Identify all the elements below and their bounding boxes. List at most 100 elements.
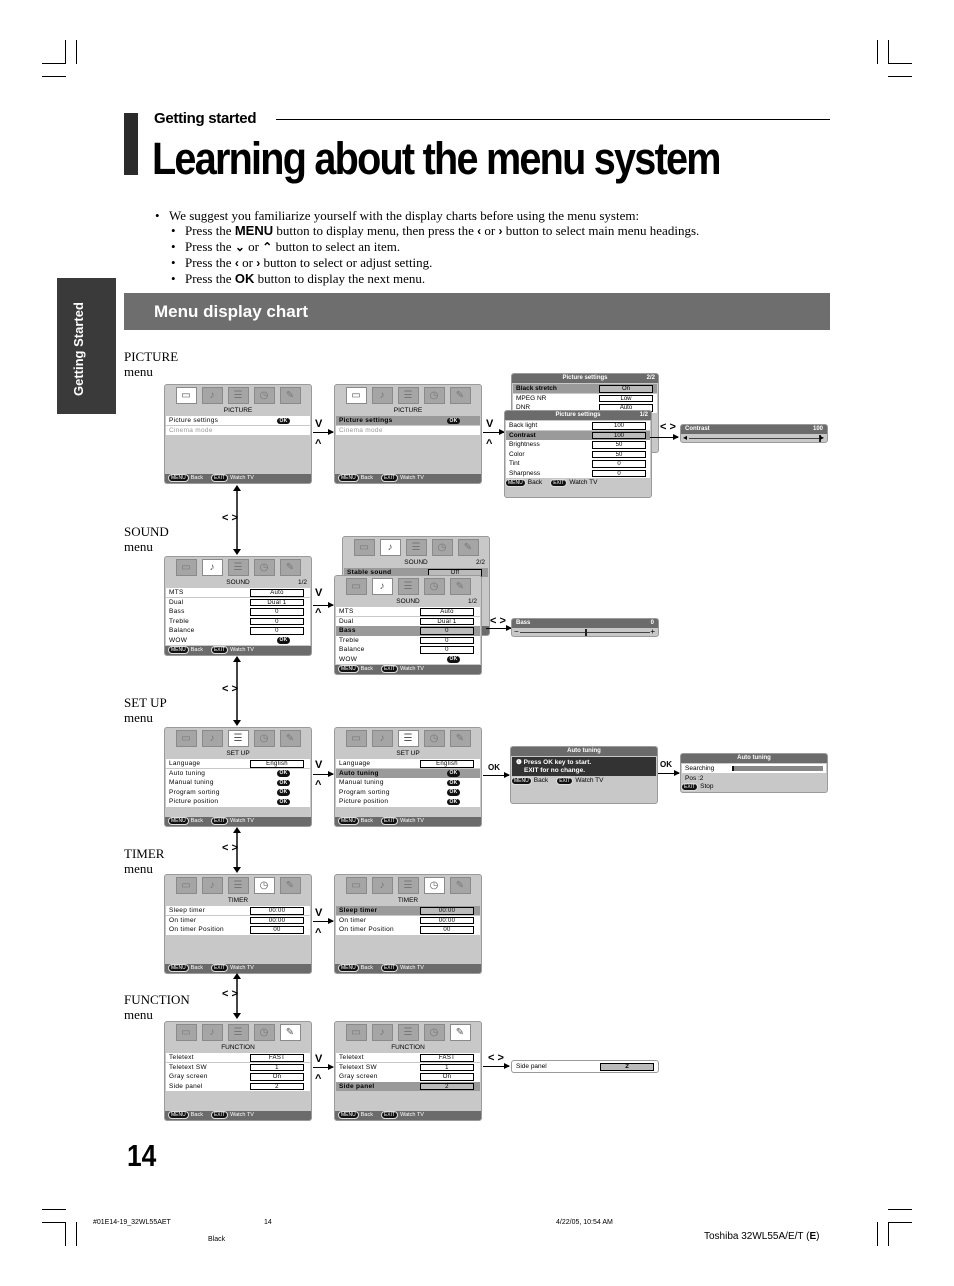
menu-item[interactable]: Teletext SW 1 xyxy=(166,1062,310,1072)
menu-button-icon[interactable]: MENU xyxy=(505,479,526,488)
menu-item[interactable]: Teletext SW 1 xyxy=(336,1062,480,1072)
menu-button-icon[interactable]: MENU xyxy=(338,964,359,972)
menu-item[interactable]: On timer Position 00 xyxy=(166,925,310,935)
timer-icon[interactable]: ◷ xyxy=(253,730,275,747)
menu-item[interactable]: Gray screen On xyxy=(166,1072,310,1082)
setup-icon[interactable]: ☰ xyxy=(397,1024,419,1041)
sound-icon[interactable]: ♪ xyxy=(371,1024,393,1041)
menu-item[interactable]: Treble 0 xyxy=(336,635,480,646)
setup-icon[interactable]: ☰ xyxy=(227,730,249,747)
menu-button-icon[interactable]: MENU xyxy=(511,777,532,785)
menu-item-value[interactable]: 1 xyxy=(420,1063,474,1072)
menu-item[interactable]: Cinema mode xyxy=(336,425,480,435)
exit-button-icon[interactable]: EXIT xyxy=(210,646,229,654)
picture-icon[interactable]: ▭ xyxy=(175,877,197,894)
sound-icon[interactable]: ♪ xyxy=(201,387,223,404)
timer-icon[interactable]: ◷ xyxy=(423,1024,445,1041)
menu-item[interactable]: WOW OK xyxy=(166,635,310,646)
menu-item[interactable]: MTS Auto xyxy=(166,588,310,598)
setup-icon[interactable]: ☰ xyxy=(397,578,419,595)
function-icon[interactable]: ✎ xyxy=(457,539,479,556)
function-icon[interactable]: ✎ xyxy=(449,877,471,894)
menu-item[interactable]: Back light 100 xyxy=(506,421,650,431)
menu-item-value[interactable]: 0 xyxy=(420,646,474,654)
menu-item-value[interactable]: 2 xyxy=(420,1082,474,1091)
menu-item[interactable]: Balance 0 xyxy=(336,645,480,655)
ok-button-icon[interactable]: OK xyxy=(277,798,290,806)
menu-item[interactable]: Teletext FAST xyxy=(336,1053,480,1063)
menu-item[interactable]: On timer 00:00 xyxy=(336,915,480,925)
menu-item[interactable]: MPEG NR Low xyxy=(513,393,657,403)
sound-icon[interactable]: ♪ xyxy=(371,387,393,404)
picture-icon[interactable]: ▭ xyxy=(345,877,367,894)
function-icon[interactable]: ✎ xyxy=(279,559,301,576)
menu-item-value[interactable]: 0 xyxy=(250,627,304,635)
picture-icon[interactable]: ▭ xyxy=(345,1024,367,1041)
ok-button-icon[interactable]: OK xyxy=(447,417,460,424)
menu-item[interactable]: Side panel 2 xyxy=(336,1081,480,1092)
sound-icon[interactable]: ♪ xyxy=(379,539,401,556)
menu-item-value[interactable]: 00:00 xyxy=(420,916,474,925)
setup-icon[interactable]: ☰ xyxy=(227,559,249,576)
menu-item[interactable]: Dual Dual 1 xyxy=(166,597,310,607)
menu-item[interactable]: On timer 00:00 xyxy=(166,915,310,925)
menu-item-value[interactable]: 100 xyxy=(592,422,646,430)
function-icon[interactable]: ✎ xyxy=(279,877,301,894)
menu-item[interactable]: Cinema mode xyxy=(166,425,310,435)
function-icon[interactable]: ✎ xyxy=(449,387,471,404)
ok-button-icon[interactable]: OK xyxy=(447,770,460,777)
menu-button-icon[interactable]: MENU xyxy=(338,1111,359,1119)
menu-item-value[interactable]: 2 xyxy=(250,1082,304,1091)
menu-button-icon[interactable]: MENU xyxy=(168,646,189,654)
menu-item-value[interactable]: Dual 1 xyxy=(420,617,474,626)
setup-icon[interactable]: ☰ xyxy=(405,539,427,556)
menu-item[interactable]: Auto tuning OK xyxy=(166,768,310,778)
menu-button-icon[interactable]: MENU xyxy=(168,474,189,482)
menu-item-value[interactable]: FAST xyxy=(250,1054,304,1062)
function-icon[interactable]: ✎ xyxy=(449,578,471,595)
menu-item[interactable]: Bass 0 xyxy=(336,626,480,636)
menu-button-icon[interactable]: MENU xyxy=(168,817,189,825)
picture-icon[interactable]: ▭ xyxy=(353,539,375,556)
setup-icon[interactable]: ☰ xyxy=(397,877,419,894)
menu-item[interactable]: Picture position OK xyxy=(336,797,480,807)
picture-icon[interactable]: ▭ xyxy=(175,559,197,576)
ok-button-icon[interactable]: OK xyxy=(447,656,460,663)
setup-icon[interactable]: ☰ xyxy=(227,877,249,894)
sound-icon[interactable]: ♪ xyxy=(201,559,223,576)
menu-item-value[interactable]: Dual 1 xyxy=(250,598,304,607)
setup-icon[interactable]: ☰ xyxy=(397,730,419,747)
menu-item-value[interactable]: English xyxy=(420,760,474,768)
timer-icon[interactable]: ◷ xyxy=(423,877,445,894)
sound-icon[interactable]: ♪ xyxy=(371,578,393,595)
picture-icon[interactable]: ▭ xyxy=(345,578,367,595)
function-icon[interactable]: ✎ xyxy=(279,1024,301,1041)
menu-item[interactable]: Tint 0 xyxy=(506,459,650,469)
menu-item[interactable]: Program sorting OK xyxy=(166,787,310,798)
menu-item-value[interactable]: 0 xyxy=(592,460,646,468)
ok-button-icon[interactable]: OK xyxy=(277,770,290,777)
menu-item[interactable]: Treble 0 xyxy=(166,616,310,627)
exit-button-icon[interactable]: EXIT xyxy=(550,479,568,488)
menu-item[interactable]: Side panel 2 xyxy=(166,1081,310,1092)
setup-icon[interactable]: ☰ xyxy=(227,387,249,404)
timer-icon[interactable]: ◷ xyxy=(423,578,445,595)
exit-button-icon[interactable]: EXIT xyxy=(380,964,399,972)
picture-icon[interactable]: ▭ xyxy=(175,730,197,747)
timer-icon[interactable]: ◷ xyxy=(253,387,275,404)
menu-item-value[interactable]: On xyxy=(599,385,653,393)
menu-item[interactable]: Gray screen On xyxy=(336,1072,480,1082)
timer-icon[interactable]: ◷ xyxy=(253,877,275,894)
menu-item[interactable]: Manual tuning OK xyxy=(336,778,480,788)
menu-item-value[interactable]: 0 xyxy=(420,636,474,645)
menu-item-value[interactable]: 1 xyxy=(250,1063,304,1072)
timer-icon[interactable]: ◷ xyxy=(423,730,445,747)
function-icon[interactable]: ✎ xyxy=(279,730,301,747)
timer-icon[interactable]: ◷ xyxy=(253,559,275,576)
exit-button-icon[interactable]: EXIT xyxy=(681,783,699,791)
exit-button-icon[interactable]: EXIT xyxy=(210,964,229,972)
exit-button-icon[interactable]: EXIT xyxy=(380,474,399,482)
menu-item[interactable]: WOW OK xyxy=(336,654,480,665)
menu-item-value[interactable]: 00:00 xyxy=(250,907,304,915)
menu-item[interactable]: Manual tuning OK xyxy=(166,778,310,788)
